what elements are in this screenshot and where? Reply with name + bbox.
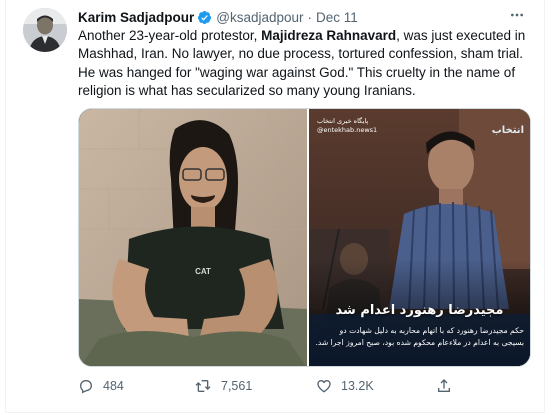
reply-button[interactable]: 484: [78, 376, 124, 396]
channel-name: پایگاه خبری انتخاب: [317, 117, 369, 125]
tweet-text-bold-name: Majidreza Rahnavard: [261, 28, 397, 43]
image-overlay-description: حکم مجیدرضا رهنورد که با اتهام محاربه به…: [315, 326, 524, 347]
more-icon[interactable]: [508, 6, 526, 24]
author-handle[interactable]: @ksadjadpour: [216, 10, 303, 25]
portrait-photo-left: CAT: [79, 109, 307, 366]
retweet-count: 7,561: [221, 379, 253, 393]
reply-count: 484: [103, 379, 124, 393]
share-button[interactable]: [436, 376, 461, 396]
author-name[interactable]: Karim Sadjadpour: [78, 10, 194, 25]
verified-badge-icon: [197, 10, 212, 25]
tweet-text: Another 23-year-old protestor, Majidreza…: [78, 27, 538, 101]
channel-watermark: پایگاه خبری انتخاب @entekhab.news1: [317, 117, 377, 135]
retweet-icon: [195, 380, 211, 392]
brand-watermark: انتخاب: [491, 125, 524, 136]
avatar[interactable]: [23, 8, 67, 52]
tweet-date[interactable]: Dec 11: [316, 10, 358, 25]
like-count: 13.2K: [341, 379, 374, 393]
like-icon: [317, 379, 331, 393]
tweet-header: Karim Sadjadpour @ksadjadpour · Dec 11: [78, 8, 358, 26]
tweet-text-part-1: Another 23-year-old protestor,: [78, 28, 262, 43]
image-overlay-title: مجیدرضا رهنورد اعدام شد: [335, 303, 504, 318]
retweet-button[interactable]: 7,561: [194, 376, 252, 396]
media-photo-left[interactable]: CAT: [79, 109, 307, 366]
tweet-actions: 484 7,561 13.2K: [78, 376, 478, 396]
like-button[interactable]: 13.2K: [316, 376, 374, 396]
shirt-logo: CAT: [195, 267, 211, 276]
media-photo-right[interactable]: پایگاه خبری انتخاب @entekhab.news1 انتخا…: [309, 109, 530, 366]
tweet-media[interactable]: CAT پایگاه خبری انتخاب @entekhab.news1 ا…: [78, 108, 531, 367]
tweet-card[interactable]: Karim Sadjadpour @ksadjadpour · Dec 11 A…: [5, 0, 545, 413]
avatar-image: [23, 8, 67, 52]
channel-handle: @entekhab.news1: [317, 126, 378, 134]
separator-dot: ·: [307, 9, 313, 25]
share-icon: [438, 379, 450, 392]
reply-icon: [79, 380, 93, 394]
